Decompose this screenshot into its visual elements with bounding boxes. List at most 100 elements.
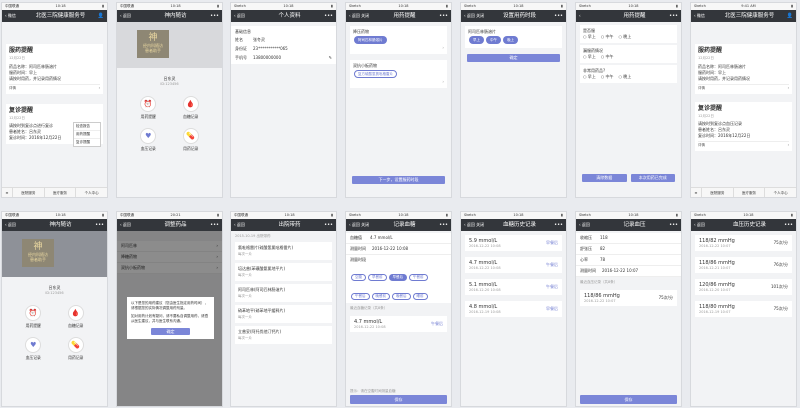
nav-title: 北医三院健康服务号 <box>35 13 86 19</box>
screen-glucose-history: Sketch 10:18 ▮ ‹ 返回 关闭 血糖历史记录 ••• 5.9 mmol/L… <box>460 211 567 407</box>
status-bar: 中国联通 10:18 ▮ <box>2 3 107 10</box>
back-button[interactable]: ‹ 返回 <box>694 219 720 231</box>
back-button[interactable]: ‹ 返回 <box>5 219 31 231</box>
alarm-icon: ⏰ <box>140 96 157 112</box>
med-reminder-button[interactable]: ⏰ 用药提醒 <box>127 96 170 120</box>
logo: 神经内科随访 患者助手 <box>137 30 169 58</box>
more-icon[interactable]: ••• <box>205 219 219 231</box>
more-icon[interactable]: ••• <box>779 219 793 231</box>
popup-item[interactable]: 用药提醒 <box>74 131 100 139</box>
keyboard-icon[interactable]: ≡ <box>691 188 701 197</box>
patient-id: ID:123456 <box>160 82 179 86</box>
screen-record-bp: Sketch 10:18 ▮ ‹ 返回 记录血压 ••• 收缩压 118 舒张压 82 心率… <box>575 211 682 407</box>
radio-evening[interactable]: ○ 晚上 <box>619 74 632 80</box>
more-icon[interactable]: ••• <box>90 219 104 231</box>
more-icon[interactable]: ••• <box>319 10 333 22</box>
more-icon[interactable]: ••• <box>319 219 333 231</box>
popup-item[interactable]: 复诊提醒 <box>74 139 100 146</box>
back-button[interactable]: ‹ 返回 关闭 <box>349 219 375 231</box>
phone-row[interactable]: 手机号 13800000000 ✎ <box>231 53 336 62</box>
add-icon[interactable]: › <box>353 45 444 51</box>
diastolic-input[interactable]: 舒张压 82 <box>576 244 681 255</box>
back-button[interactable]: ‹ 微信 <box>694 10 720 22</box>
radio-morning[interactable]: ○ 早上 <box>583 74 596 80</box>
med-record-button[interactable]: 💊 用药记录 <box>170 128 213 152</box>
tab-hospital[interactable]: 医院服务 <box>12 188 44 197</box>
glucose-record-button[interactable]: 🩸 血糖记录 <box>170 96 213 120</box>
screen-set-time: Sketch 10:18 ▮ ‹ 返回 关闭 设置用药时段 ••• 阿司匹林肠溶片 早上… <box>460 2 567 198</box>
nav-bar: ‹ 微信 北医三院健康服务号 👤 <box>2 10 107 22</box>
more-icon[interactable]: ••• <box>664 219 678 231</box>
popup-item[interactable]: 检查报告 <box>74 123 100 131</box>
screen-discharge-drugs: 中国联通 10:18 ▮ ‹ 返回 出院带药 ••• 2015-10-19 出院带药 氯… <box>230 211 337 407</box>
screen-wechat-messages: 中国联通 10:18 ▮ ‹ 微信 北医三院健康服务号 👤 服药提醒 12月22日 药品… <box>1 2 108 198</box>
radio-noon[interactable]: ○ 中午 <box>601 54 614 60</box>
time-chip[interactable]: 中午 <box>486 36 501 44</box>
time-chip[interactable]: 早上 <box>469 36 484 44</box>
more-icon[interactable]: ••• <box>549 10 563 22</box>
screen-med-reminder: Sketch 10:18 ▮ ‹ 返回 关闭 用药提醒 ••• 降压药物 阿司匹林肠溶片 ›… <box>345 2 452 198</box>
back-button[interactable]: ‹ 返回 关闭 <box>464 10 490 22</box>
alarm-icon: ⏰ <box>25 305 42 321</box>
bp-icon: ♥ <box>25 337 42 353</box>
radio-noon[interactable]: ○ 中午 <box>601 34 614 40</box>
back-button[interactable]: ‹ 返回 <box>579 219 605 231</box>
tab-personal[interactable]: 个人中心 <box>75 188 107 197</box>
more-icon[interactable]: ••• <box>205 10 219 22</box>
done-button[interactable]: 本次用药已完成 <box>630 174 675 182</box>
popup-menu: 检查报告 用药提醒 复诊提醒 <box>73 122 101 147</box>
add-icon[interactable]: › <box>353 79 444 85</box>
radio-morning[interactable]: ○ 早上 <box>583 34 596 40</box>
date-input[interactable]: 测量时间 2016-12-22 10:07 <box>576 266 681 277</box>
more-icon[interactable]: ••• <box>434 10 448 22</box>
radio-evening[interactable]: ○ 晚上 <box>619 34 632 40</box>
date-input[interactable]: 测量时间 2016-12-22 10:08 <box>346 244 451 255</box>
keyboard-icon[interactable]: ≡ <box>2 188 12 197</box>
back-button[interactable]: ‹ 返回 关闭 <box>349 10 375 22</box>
systolic-input[interactable]: 收缩压 118 <box>576 233 681 244</box>
confirm-button[interactable]: 确定 <box>151 328 190 335</box>
radio-noon[interactable]: ○ 中午 <box>601 74 614 80</box>
heart-rate-input[interactable]: 心率 78 <box>576 255 681 266</box>
time-chip[interactable]: 晚上 <box>503 36 518 44</box>
medication-reminder-card[interactable]: 服药提醒 12月22日 药品名称：阿司匹林肠溶片 服药时间：早上 请按时用药，并… <box>6 44 103 94</box>
save-button[interactable]: 保存 <box>350 395 447 404</box>
back-button[interactable]: ‹ 返回 <box>120 10 146 22</box>
screen-adjust-drug: 中国联通 20:21 ▮ ‹ 返回 调整药品 ••• 阿司匹林 › 降糖药物 › 双抗小板药… <box>116 211 223 407</box>
radio-morning[interactable]: ○ 早上 <box>583 54 596 60</box>
clear-button[interactable]: 清除数据 <box>582 174 627 182</box>
drug-chip[interactable]: 复方硫酸氢氯吡格雷片 <box>354 70 397 78</box>
back-button[interactable]: ‹ 返回 关闭 <box>464 219 490 231</box>
bp-icon: ♥ <box>140 128 157 144</box>
profile-icon[interactable]: 👤 <box>90 10 104 22</box>
drug-chip[interactable]: 阿司匹林肠溶片 <box>354 36 387 44</box>
detail-link[interactable]: 详情 › <box>9 84 100 91</box>
tab-medical[interactable]: 医疗服务 <box>43 188 76 197</box>
bp-record-button[interactable]: ♥ 血压记录 <box>127 128 170 152</box>
more-icon[interactable]: ••• <box>549 219 563 231</box>
screen-record-glucose: Sketch 10:18 ▮ ‹ 返回 关闭 记录血糖 ••• 血糖值 4.7 mmol/… <box>345 211 452 407</box>
profile-section: 基础信息 姓名 张冬灵 身份证 23***********065 手机号 138000… <box>231 26 336 64</box>
more-icon[interactable]: ••• <box>664 10 678 22</box>
profile-icon[interactable]: 👤 <box>779 10 793 22</box>
back-button[interactable]: ‹ 微信 <box>5 10 31 22</box>
screen-med-check: Sketch 10:18 ▮ ‹ 用药提醒 ••• 是否服 ○ 早上 ○ 中午 ○ 晚上 漏服… <box>575 2 682 198</box>
glucose-icon: 🩸 <box>182 96 199 112</box>
screen-follow-up-home-2: 中国联通 10:18 ▮ ‹ 返回 神内随访 ••• 神经内科随访 患者助手 吕东灵 ID… <box>1 211 108 407</box>
advice-dialog: 以下是您的用药建议（您由医生指定用药时间），请根据您的实际情况调整用药剂量。 如… <box>127 297 214 339</box>
back-button[interactable]: ‹ <box>579 10 605 22</box>
screen-wechat-messages-2: Sketch 9:41 AM ▮ ‹ 微信 北医三院健康服务号 👤 服药提醒 12月22日… <box>690 2 797 198</box>
save-button[interactable]: 保存 <box>580 395 677 404</box>
tab-bar: ≡ 医院服务 医疗服务 个人中心 <box>2 187 107 197</box>
more-icon[interactable]: ••• <box>434 219 448 231</box>
back-button[interactable]: ‹ 返回 <box>120 219 146 231</box>
edit-icon[interactable]: ✎ <box>329 53 332 62</box>
confirm-button[interactable]: 确定 <box>467 54 560 62</box>
pill-icon: 💊 <box>67 337 84 353</box>
back-button[interactable]: ‹ 返回 <box>234 10 260 22</box>
next-button[interactable]: 下一步，设置服药时段 <box>352 176 445 184</box>
glucose-input[interactable]: 血糖值 4.7 mmol/L <box>346 233 451 244</box>
screen-bp-history: Sketch 10:18 ▮ ‹ 返回 血压历史记录 ••• 118/82 mmHg 20… <box>690 211 797 407</box>
back-button[interactable]: ‹ 返回 <box>234 219 260 231</box>
visit-reminder-card[interactable]: 复诊提醒 12月22日 请按时到复诊点进行复诊 患者姓名：吕东灵 复诊时间：20… <box>6 104 103 147</box>
